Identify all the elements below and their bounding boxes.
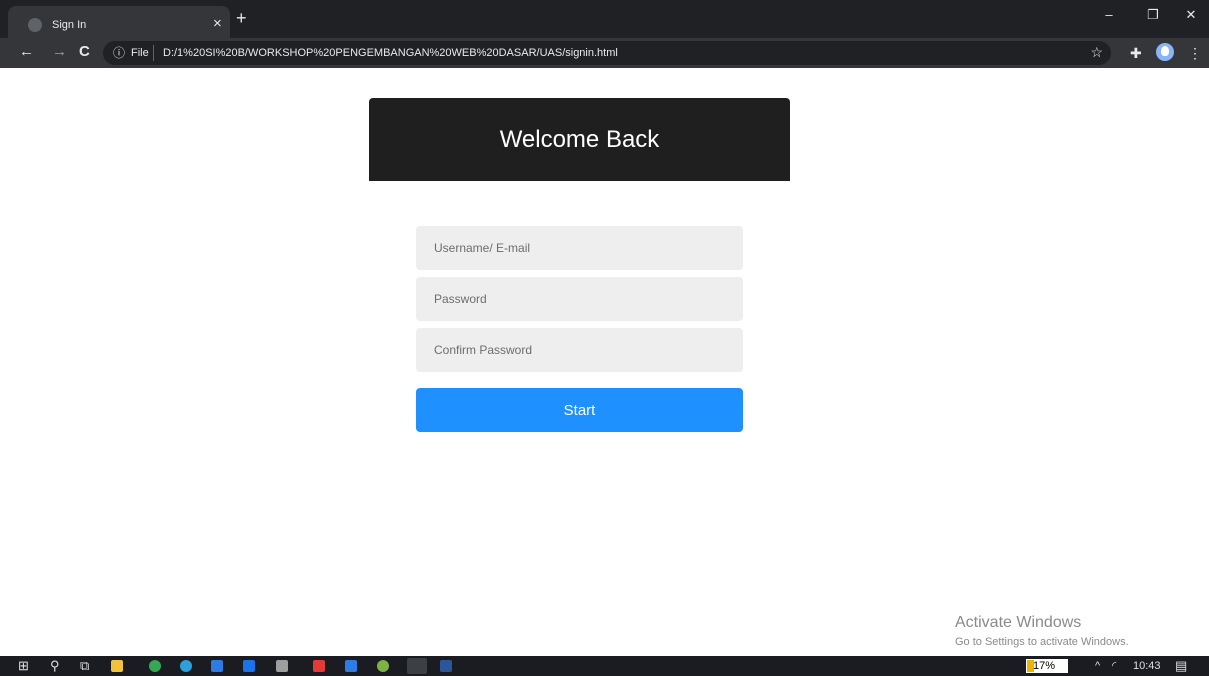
close-window-button[interactable]: ✕ bbox=[1176, 6, 1206, 24]
start-button[interactable]: Start bbox=[416, 388, 743, 432]
new-tab-button[interactable]: + bbox=[236, 8, 247, 28]
chrome-icon[interactable] bbox=[149, 660, 161, 672]
notification-icon[interactable]: ▤ bbox=[1175, 659, 1187, 673]
username-field[interactable] bbox=[416, 226, 743, 270]
tab-title: Sign In bbox=[52, 19, 87, 31]
tray-chevron-icon[interactable]: ^ bbox=[1095, 659, 1100, 673]
url-text[interactable]: D:/1%20SI%20B/WORKSHOP%20PENGEMBANGAN%20… bbox=[163, 46, 618, 60]
page-title: Welcome Back bbox=[499, 126, 660, 153]
profile-avatar[interactable] bbox=[1156, 43, 1174, 61]
paint-icon[interactable] bbox=[377, 660, 389, 672]
address-bar: ← → C ⓘ File D:/1%20SI%20B/WORKSHOP%20PE… bbox=[0, 38, 1209, 68]
restore-button[interactable]: ❐ bbox=[1138, 6, 1168, 24]
file-explorer-icon[interactable] bbox=[111, 660, 123, 672]
tab-close-icon[interactable]: × bbox=[213, 15, 222, 33]
app-red-icon[interactable] bbox=[313, 660, 325, 672]
wifi-icon[interactable]: ◜ bbox=[1112, 659, 1116, 673]
kebab-menu-icon[interactable]: ⋮ bbox=[1188, 44, 1202, 62]
app-l-icon[interactable] bbox=[211, 660, 223, 672]
start-windows-icon[interactable]: ⊞ bbox=[18, 658, 29, 674]
clock[interactable]: 10:43 bbox=[1133, 659, 1161, 673]
watermark-subtitle: Go to Settings to activate Windows. bbox=[955, 636, 1129, 648]
divider bbox=[153, 45, 154, 61]
tab-bar: Sign In × + – ❐ ✕ bbox=[0, 0, 1209, 38]
help-icon[interactable] bbox=[345, 660, 357, 672]
reload-button[interactable]: C bbox=[79, 43, 90, 61]
forward-button[interactable]: → bbox=[52, 43, 67, 61]
search-icon[interactable]: ⚲ bbox=[50, 658, 60, 674]
puzzle-icon[interactable]: ✚ bbox=[1130, 44, 1142, 62]
task-view-icon[interactable]: ⧉ bbox=[80, 658, 89, 674]
battery-percent: 17% bbox=[1033, 660, 1056, 672]
scheme-label: File bbox=[131, 47, 149, 59]
welcome-header: Welcome Back bbox=[369, 98, 790, 181]
minimize-button[interactable]: – bbox=[1094, 6, 1124, 24]
star-icon[interactable]: ☆ bbox=[1090, 44, 1103, 60]
word-icon[interactable] bbox=[440, 660, 452, 672]
chrome-active-icon[interactable] bbox=[407, 658, 427, 674]
url-field[interactable]: ⓘ File D:/1%20SI%20B/WORKSHOP%20PENGEMBA… bbox=[103, 41, 1111, 65]
browser-tab[interactable]: Sign In × bbox=[8, 6, 230, 38]
battery-indicator[interactable]: 17% bbox=[1026, 659, 1068, 673]
telegram-icon[interactable] bbox=[180, 660, 192, 672]
activate-windows-watermark: Activate Windows Go to Settings to activ… bbox=[955, 613, 1129, 649]
watermark-title: Activate Windows bbox=[955, 614, 1082, 631]
taskbar: ⊞ ⚲ ⧉ 17% ^ ◜ 10:43 ▤ bbox=[0, 656, 1209, 676]
globe-icon bbox=[28, 18, 42, 32]
mail-icon[interactable] bbox=[243, 660, 255, 672]
back-button[interactable]: ← bbox=[19, 43, 34, 61]
info-icon[interactable]: ⓘ bbox=[113, 46, 125, 60]
confirm-password-field[interactable] bbox=[416, 328, 743, 372]
notes-icon[interactable] bbox=[276, 660, 288, 672]
password-field[interactable] bbox=[416, 277, 743, 321]
